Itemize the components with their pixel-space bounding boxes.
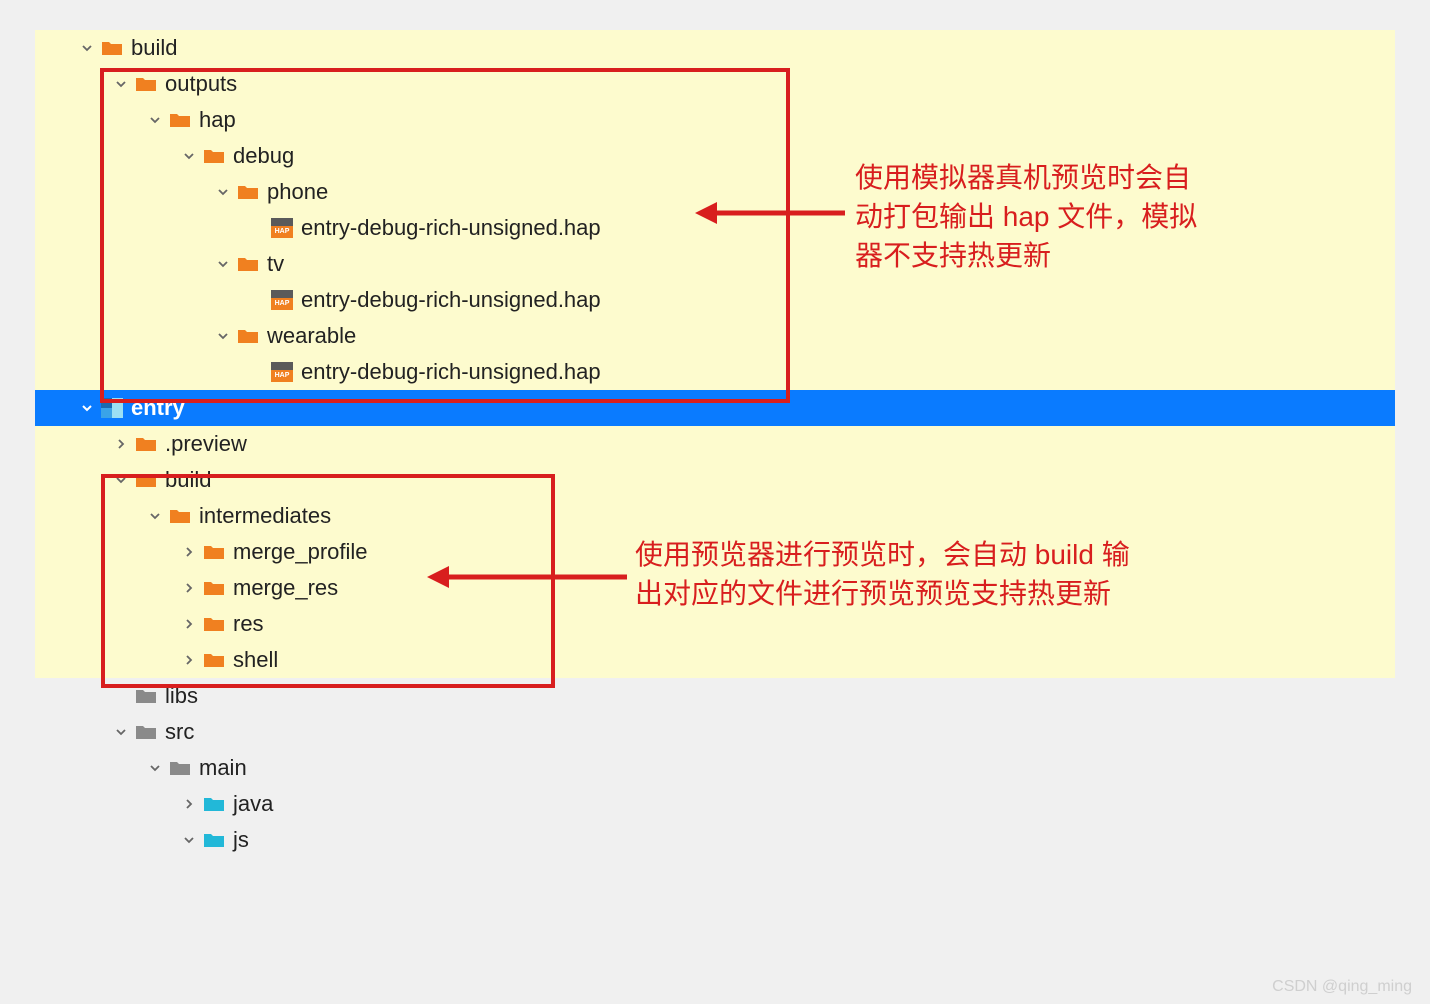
chevron-down-icon[interactable] <box>147 112 163 128</box>
folder-label: res <box>233 611 264 637</box>
folder-icon <box>135 75 157 93</box>
file-label: entry-debug-rich-unsigned.hap <box>301 359 601 385</box>
chevron-right-icon[interactable] <box>181 580 197 596</box>
chevron-down-icon[interactable] <box>215 328 231 344</box>
tree-row-wearable[interactable]: wearable <box>35 318 1395 354</box>
module-label: entry <box>131 395 185 421</box>
chevron-down-icon[interactable] <box>113 76 129 92</box>
tree-row-main[interactable]: main <box>35 750 1395 786</box>
tree-row-src[interactable]: src <box>35 714 1395 750</box>
tree-row-intermediates[interactable]: intermediates <box>35 498 1395 534</box>
folder-label: merge_res <box>233 575 338 601</box>
file-label: entry-debug-rich-unsigned.hap <box>301 215 601 241</box>
watermark: CSDN @qing_ming <box>1272 978 1412 996</box>
tree-row-hap[interactable]: hap <box>35 102 1395 138</box>
annotation-top: 使用模拟器真机预览时会自动打包输出 hap 文件，模拟器不支持热更新 <box>855 158 1215 276</box>
folder-label: build <box>131 35 177 61</box>
tree-row-hapfile[interactable]: entry-debug-rich-unsigned.hap <box>35 282 1395 318</box>
folder-label: build <box>165 467 211 493</box>
folder-icon <box>203 831 225 849</box>
folder-icon <box>203 651 225 669</box>
folder-label: .preview <box>165 431 247 457</box>
folder-label: shell <box>233 647 278 673</box>
folder-label: phone <box>267 179 328 205</box>
folder-icon <box>135 471 157 489</box>
annotation-bottom: 使用预览器进行预览时，会自动 build 输出对应的文件进行预览预览支持热更新 <box>635 535 1135 613</box>
folder-label: tv <box>267 251 284 277</box>
hap-file-icon <box>271 290 293 310</box>
folder-icon <box>135 723 157 741</box>
folder-icon <box>203 147 225 165</box>
chevron-down-icon[interactable] <box>181 832 197 848</box>
chevron-down-icon[interactable] <box>215 184 231 200</box>
chevron-down-icon[interactable] <box>181 148 197 164</box>
chevron-right-icon[interactable] <box>113 436 129 452</box>
folder-label: merge_profile <box>233 539 368 565</box>
chevron-right-icon[interactable] <box>181 652 197 668</box>
folder-icon <box>237 327 259 345</box>
tree-row-shell[interactable]: shell <box>35 642 1395 678</box>
folder-icon <box>169 759 191 777</box>
tree-row-entry-selected[interactable]: entry <box>35 390 1395 426</box>
folder-icon <box>237 183 259 201</box>
folder-icon <box>169 111 191 129</box>
folder-label: outputs <box>165 71 237 97</box>
chevron-down-icon[interactable] <box>79 40 95 56</box>
folder-label: java <box>233 791 273 817</box>
chevron-right-icon[interactable] <box>181 616 197 632</box>
folder-icon <box>135 687 157 705</box>
file-label: entry-debug-rich-unsigned.hap <box>301 287 601 313</box>
folder-icon <box>237 255 259 273</box>
chevron-right-icon[interactable] <box>181 544 197 560</box>
tree-row-build[interactable]: build <box>35 30 1395 66</box>
hap-file-icon <box>271 362 293 382</box>
tree-row-outputs[interactable]: outputs <box>35 66 1395 102</box>
folder-label: hap <box>199 107 236 133</box>
folder-icon <box>203 795 225 813</box>
chevron-right-icon[interactable] <box>181 796 197 812</box>
folder-icon <box>169 507 191 525</box>
folder-label: debug <box>233 143 294 169</box>
tree-row-build2[interactable]: build <box>35 462 1395 498</box>
folder-icon <box>203 579 225 597</box>
folder-label: intermediates <box>199 503 331 529</box>
chevron-down-icon[interactable] <box>215 256 231 272</box>
folder-label: libs <box>165 683 198 709</box>
folder-icon <box>203 543 225 561</box>
tree-row-libs[interactable]: libs <box>35 678 1395 714</box>
tree-row-hapfile[interactable]: entry-debug-rich-unsigned.hap <box>35 354 1395 390</box>
hap-file-icon <box>271 218 293 238</box>
tree-row-js[interactable]: js <box>35 822 1395 858</box>
chevron-down-icon[interactable] <box>79 400 95 416</box>
chevron-down-icon[interactable] <box>113 472 129 488</box>
folder-icon <box>203 615 225 633</box>
folder-label: js <box>233 827 249 853</box>
tree-row-preview[interactable]: .preview <box>35 426 1395 462</box>
folder-label: wearable <box>267 323 356 349</box>
chevron-down-icon[interactable] <box>147 760 163 776</box>
folder-icon <box>101 39 123 57</box>
folder-label: src <box>165 719 194 745</box>
module-icon <box>101 398 123 418</box>
chevron-down-icon[interactable] <box>113 724 129 740</box>
tree-row-java[interactable]: java <box>35 786 1395 822</box>
folder-icon <box>135 435 157 453</box>
folder-label: main <box>199 755 247 781</box>
chevron-down-icon[interactable] <box>147 508 163 524</box>
